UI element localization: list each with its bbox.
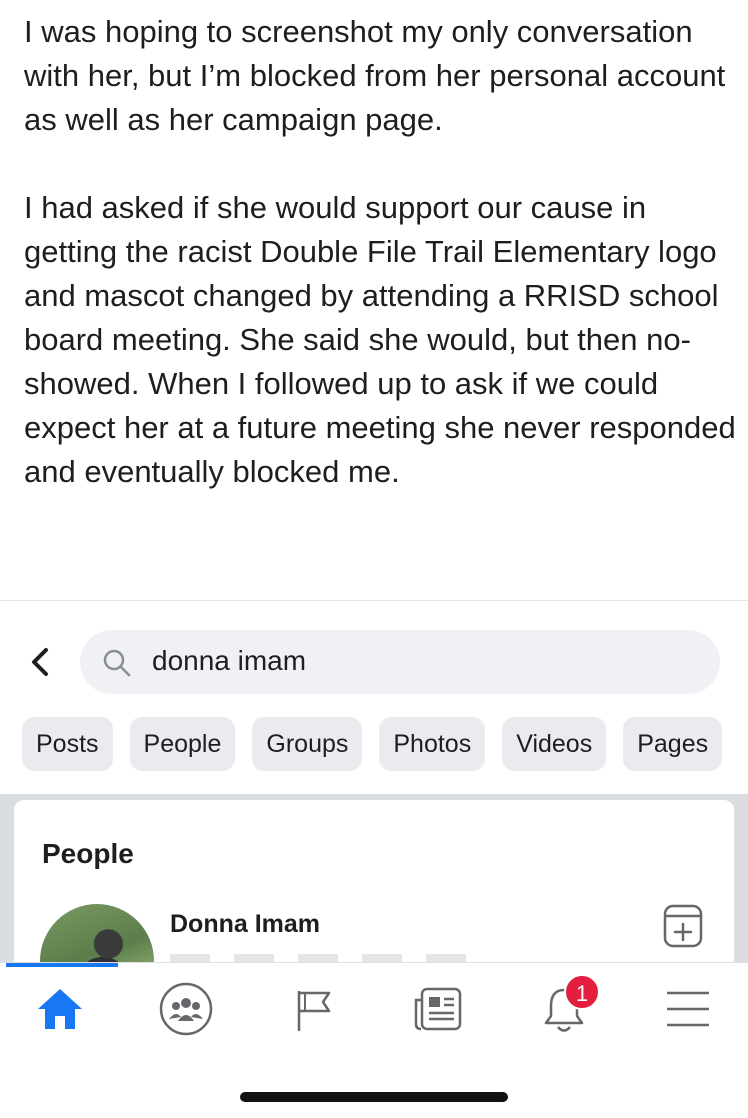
filter-chip-photos[interactable]: Photos <box>379 717 486 771</box>
post-text: I was hoping to screenshot my only conve… <box>24 10 736 494</box>
search-input[interactable]: donna imam <box>80 630 720 694</box>
people-results-card: People Donna Imam <box>14 800 734 966</box>
filter-chip-pages[interactable]: Pages <box>623 717 723 771</box>
filter-chip-groups[interactable]: Groups <box>252 717 363 771</box>
filter-chip-videos[interactable]: Videos <box>502 717 607 771</box>
active-tab-indicator <box>6 963 118 967</box>
person-name[interactable]: Donna Imam <box>170 910 320 939</box>
add-friend-icon[interactable] <box>660 904 706 948</box>
filter-chip-posts[interactable]: Posts <box>22 717 113 771</box>
post-paragraph: I was hoping to screenshot my only conve… <box>24 14 726 137</box>
notification-badge: 1 <box>564 974 600 1010</box>
section-title: People <box>42 838 134 869</box>
search-bar: donna imam <box>0 628 748 698</box>
menu-icon[interactable] <box>660 981 716 1037</box>
pages-flag-icon[interactable] <box>286 981 342 1037</box>
home-indicator[interactable] <box>240 1092 508 1102</box>
subtitle-placeholder <box>170 954 470 962</box>
news-feed-icon[interactable] <box>410 981 466 1037</box>
search-query: donna imam <box>152 645 307 676</box>
post-paragraph: I had asked if she would support our cau… <box>24 190 736 489</box>
back-icon[interactable] <box>26 644 58 680</box>
avatar[interactable] <box>40 904 154 966</box>
filter-chips: Posts People Groups Photos Videos Pages <box>22 717 723 771</box>
divider <box>0 600 748 601</box>
groups-icon[interactable] <box>158 981 214 1037</box>
filter-chip-people[interactable]: People <box>129 717 236 771</box>
home-icon[interactable] <box>32 981 88 1037</box>
bottom-tab-bar <box>0 962 748 1048</box>
search-icon <box>102 648 132 678</box>
